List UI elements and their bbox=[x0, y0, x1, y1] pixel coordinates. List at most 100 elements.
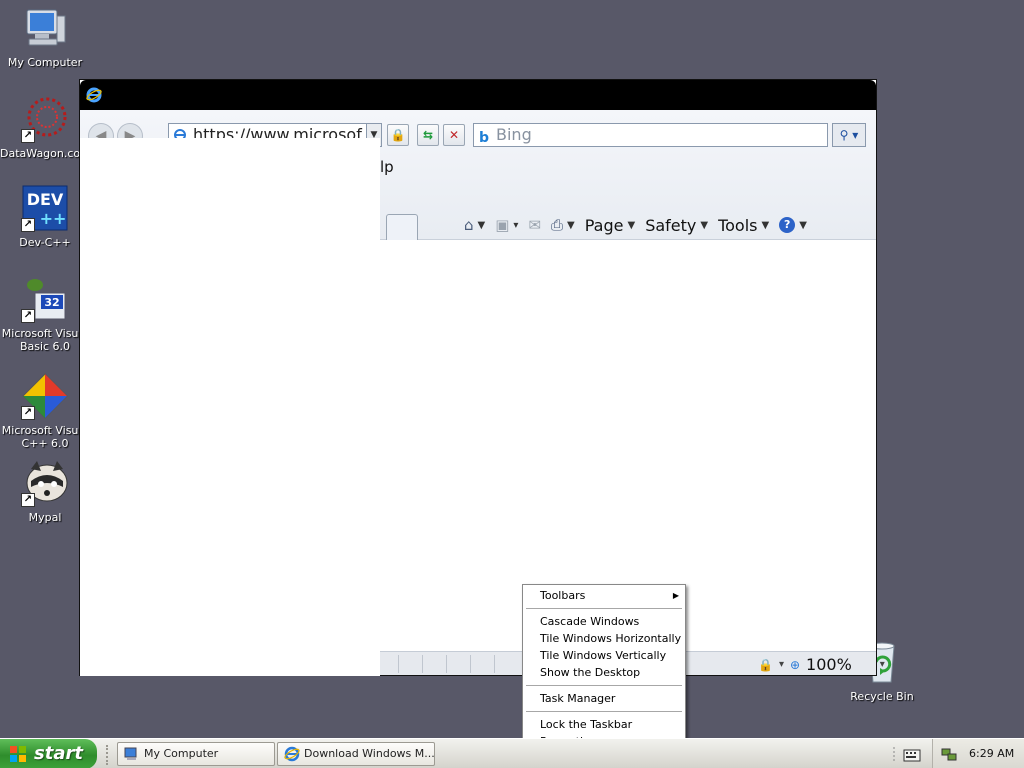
visual-cpp-icon: ↗ bbox=[21, 372, 69, 420]
desktop-icon-my-computer[interactable]: My Computer bbox=[0, 4, 90, 69]
svg-text:DEV: DEV bbox=[27, 190, 64, 209]
internet-explorer-icon bbox=[284, 746, 300, 762]
svg-text:++: ++ bbox=[40, 209, 67, 228]
system-tray: 6:29 AM bbox=[932, 739, 1024, 768]
help-icon: ? bbox=[779, 217, 796, 233]
zoom-icon: ⊕ bbox=[789, 657, 801, 672]
lock-icon[interactable]: 🔒 bbox=[387, 124, 409, 146]
status-divider bbox=[494, 655, 495, 673]
menu-item-lock-taskbar[interactable]: Lock the Taskbar bbox=[523, 716, 685, 733]
desktop-icon-label: DataWagon.co... bbox=[0, 147, 91, 160]
datawagon-icon: ↗ bbox=[21, 95, 69, 143]
menu-separator bbox=[526, 711, 682, 712]
chevron-down-icon: ▾ bbox=[513, 219, 519, 231]
print-button[interactable]: ⎙ ▼ bbox=[551, 216, 575, 234]
refresh-icon[interactable]: ⇆ bbox=[417, 124, 439, 146]
menu-item-show-desktop[interactable]: Show the Desktop bbox=[523, 664, 685, 681]
windows-flag-icon bbox=[10, 746, 26, 762]
status-divider bbox=[398, 655, 399, 673]
svg-text:32: 32 bbox=[44, 296, 59, 309]
desktop-icon-label: Dev-C++ bbox=[19, 236, 71, 249]
language-bar[interactable] bbox=[892, 745, 924, 765]
status-divider bbox=[470, 655, 471, 673]
internet-explorer-icon bbox=[86, 87, 102, 103]
computer-icon bbox=[124, 747, 137, 760]
start-label: start bbox=[34, 743, 83, 764]
taskbar-button-my-computer[interactable]: My Computer bbox=[117, 742, 275, 766]
tools-menu[interactable]: Tools ▼ bbox=[718, 216, 769, 235]
chevron-down-icon: ▼ bbox=[700, 219, 709, 231]
zoom-control[interactable]: 🔒 ▾ ⊕ 100% ▾ bbox=[758, 655, 885, 674]
rss-icon: ▣ bbox=[495, 216, 510, 234]
desktop-icon-datawagon[interactable]: ↗ DataWagon.co... bbox=[0, 95, 90, 160]
stop-icon[interactable]: ✕ bbox=[443, 124, 465, 146]
safety-menu[interactable]: Safety ▼ bbox=[645, 216, 708, 235]
desktop-icon-label: Microsoft Visual C++ 6.0 bbox=[1, 424, 89, 450]
search-input[interactable]: b Bing bbox=[473, 123, 828, 147]
tools-menu-label: Tools bbox=[718, 215, 758, 235]
chevron-down-icon: ▼ bbox=[477, 219, 486, 231]
window-titlebar[interactable] bbox=[80, 80, 876, 110]
page-menu[interactable]: Page ▼ bbox=[585, 216, 635, 235]
page-menu-label: Page bbox=[584, 215, 624, 235]
new-tab-button[interactable] bbox=[386, 214, 418, 240]
desktop-icon-label: Recycle Bin bbox=[850, 690, 914, 703]
help-menu[interactable]: ? ▼ bbox=[779, 217, 807, 233]
task-label: My Computer bbox=[144, 747, 219, 760]
desktop-icon-vb6[interactable]: 32 ↗ Microsoft Visual Basic 6.0 bbox=[0, 275, 90, 353]
desktop-icon-vcpp6[interactable]: ↗ Microsoft Visual C++ 6.0 bbox=[0, 372, 90, 450]
status-divider bbox=[446, 655, 447, 673]
toolbar-grip[interactable] bbox=[106, 745, 110, 765]
chevron-down-icon: ▼ bbox=[799, 219, 807, 231]
menu-item-toolbars[interactable]: Toolbars ▶ bbox=[523, 587, 685, 604]
keyboard-icon bbox=[893, 747, 921, 763]
zoom-level: 100% bbox=[806, 655, 852, 674]
desktop-icon-mypal[interactable]: ↗ Mypal bbox=[0, 459, 90, 524]
desktop-icon-label: Mypal bbox=[28, 511, 62, 524]
chevron-down-icon: ▼ bbox=[627, 219, 636, 231]
menu-bar-fragment[interactable]: lp bbox=[380, 158, 394, 176]
chevron-down-icon: ▼ bbox=[761, 219, 770, 231]
taskbar-button-browser[interactable]: Download Windows M... bbox=[277, 742, 435, 766]
submenu-arrow-icon: ▶ bbox=[672, 591, 679, 600]
chevron-down-icon: ▼ bbox=[567, 219, 575, 231]
start-button[interactable]: start bbox=[0, 739, 97, 768]
network-icon[interactable] bbox=[941, 746, 957, 762]
command-bar: ⌂ ▼ ▣ ▾ ✉ ⎙ ▼ Page ▼ Safety ▼ Tools ▼ ? ▼ bbox=[464, 212, 807, 238]
desktop-icon-devcpp[interactable]: DEV ++ ↗ Dev-C++ bbox=[0, 184, 90, 249]
taskbar[interactable]: start My Computer Download Windows M... … bbox=[0, 738, 1024, 768]
desktop-icon-label: Microsoft Visual Basic 6.0 bbox=[1, 327, 89, 353]
browser-window: ◀ ▶ https://www.microsof ▼ 🔒 ⇆ ✕ b Bing … bbox=[79, 79, 885, 676]
read-mail-button[interactable]: ✉ bbox=[528, 216, 541, 234]
menu-item-tile-horizontally[interactable]: Tile Windows Horizontally bbox=[523, 630, 685, 647]
shortcut-arrow-icon: ↗ bbox=[21, 406, 35, 420]
menu-item-tile-vertically[interactable]: Tile Windows Vertically bbox=[523, 647, 685, 664]
menu-separator bbox=[526, 608, 682, 609]
search-placeholder: Bing bbox=[496, 125, 532, 144]
devcpp-icon: DEV ++ ↗ bbox=[21, 184, 69, 232]
shortcut-arrow-icon: ↗ bbox=[21, 493, 35, 507]
bing-icon: b bbox=[479, 130, 490, 146]
computer-icon bbox=[21, 4, 69, 52]
raccoon-icon: ↗ bbox=[21, 459, 69, 507]
taskbar-context-menu: Toolbars ▶ Cascade Windows Tile Windows H… bbox=[522, 584, 686, 752]
mail-icon: ✉ bbox=[528, 216, 542, 234]
desktop-icon-label: My Computer bbox=[7, 56, 83, 69]
task-label: Download Windows M... bbox=[304, 747, 435, 760]
visual-basic-icon: 32 ↗ bbox=[21, 275, 69, 323]
menu-separator bbox=[526, 685, 682, 686]
blank-overlay bbox=[80, 138, 380, 676]
chevron-down-icon: ▾ bbox=[778, 659, 784, 670]
menu-item-task-manager[interactable]: Task Manager bbox=[523, 690, 685, 707]
printer-icon: ⎙ bbox=[551, 216, 564, 234]
home-icon: ⌂ bbox=[464, 216, 474, 234]
shortcut-arrow-icon: ↗ bbox=[21, 309, 35, 323]
feeds-button[interactable]: ▣ ▾ bbox=[495, 216, 518, 234]
search-button[interactable]: ⚲ ▾ bbox=[832, 123, 866, 147]
home-button[interactable]: ⌂ ▼ bbox=[464, 216, 485, 234]
clock[interactable]: 6:29 AM bbox=[969, 747, 1014, 760]
shortcut-arrow-icon: ↗ bbox=[21, 218, 35, 232]
safety-menu-label: Safety bbox=[645, 215, 697, 235]
status-divider bbox=[422, 655, 423, 673]
menu-item-cascade-windows[interactable]: Cascade Windows bbox=[523, 613, 685, 630]
